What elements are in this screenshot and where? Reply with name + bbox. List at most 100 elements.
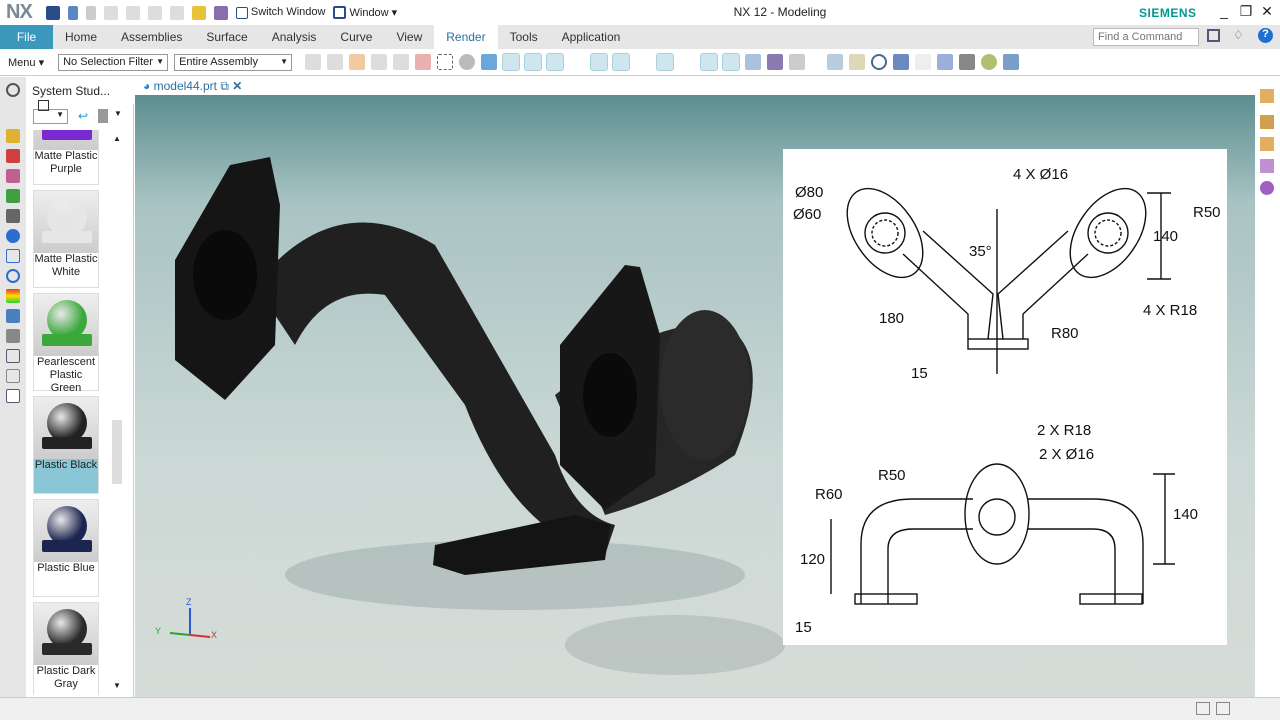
system-studio-icon[interactable]: [6, 389, 20, 403]
tab-view[interactable]: View: [384, 25, 434, 49]
render-style-icon[interactable]: [959, 54, 976, 70]
cut-icon[interactable]: [103, 5, 118, 20]
quadrant-point-icon[interactable]: [635, 54, 651, 70]
material-item[interactable]: Matte Plastic Purple: [33, 130, 99, 185]
snap-point-icon[interactable]: [502, 53, 521, 71]
paste-icon[interactable]: [147, 5, 162, 20]
material-item[interactable]: Pearlescent Plastic Green: [33, 293, 99, 394]
body-icon[interactable]: [459, 54, 476, 70]
lighting-icon[interactable]: [1003, 54, 1020, 70]
window-menu-button[interactable]: Window ▾: [333, 6, 397, 20]
point-on-curve-icon[interactable]: [679, 54, 695, 70]
more-dropdown[interactable]: ▼: [114, 109, 122, 118]
snap-icon[interactable]: [371, 54, 388, 70]
tab-analysis[interactable]: Analysis: [260, 25, 329, 49]
undo-icon[interactable]: [67, 5, 78, 20]
selection-filter-dropdown[interactable]: No Selection Filter: [58, 53, 169, 71]
orient-icon[interactable]: [915, 54, 932, 70]
web-browser-icon[interactable]: [6, 229, 20, 243]
system-scenes-icon[interactable]: [6, 349, 20, 363]
pan-icon[interactable]: [893, 54, 910, 70]
view-cube-icon[interactable]: [1260, 137, 1274, 151]
roles-icon[interactable]: [6, 329, 20, 343]
refresh-icon[interactable]: ↩: [78, 109, 88, 123]
tab-file[interactable]: File: [0, 25, 53, 49]
pin-icon[interactable]: [38, 100, 49, 112]
scroll-thumb[interactable]: [112, 420, 122, 484]
snap-icon[interactable]: [327, 54, 344, 70]
intersection-point-icon[interactable]: [590, 53, 609, 71]
bounded-grid-icon[interactable]: [767, 54, 784, 70]
view-layout-icon[interactable]: [937, 54, 954, 70]
tab-render[interactable]: Render: [434, 25, 498, 49]
reuse-library-icon[interactable]: [6, 189, 20, 203]
switch-window-button[interactable]: Switch Window: [235, 6, 325, 19]
empty-tab-icon[interactable]: [6, 369, 20, 383]
touch-mode-icon[interactable]: [191, 5, 206, 20]
copy-icon[interactable]: [125, 5, 140, 20]
tab-surface[interactable]: Surface: [194, 25, 259, 49]
list-view-icon[interactable]: [98, 109, 108, 123]
view-cube-icon[interactable]: [1260, 159, 1274, 173]
rotate-icon[interactable]: [871, 54, 888, 70]
tab-application[interactable]: Application: [550, 25, 633, 49]
status-icon[interactable]: [1196, 702, 1210, 715]
assembly-navigator-icon[interactable]: [6, 129, 20, 143]
mid-point-icon[interactable]: [546, 53, 565, 71]
close-button[interactable]: ✕: [1257, 3, 1277, 20]
help-icon[interactable]: ?: [1258, 28, 1273, 43]
clock-icon[interactable]: [6, 269, 20, 283]
rotate-view-icon[interactable]: [1260, 181, 1274, 195]
existing-point-icon[interactable]: [700, 53, 719, 71]
tab-curve[interactable]: Curve: [328, 25, 384, 49]
settings-icon[interactable]: [6, 83, 20, 97]
snap-icon[interactable]: [305, 54, 322, 70]
constraint-navigator-icon[interactable]: [6, 149, 20, 163]
manufacturing-wizard-icon[interactable]: [6, 309, 20, 323]
collapse-ribbon-icon[interactable]: ♢: [1233, 28, 1244, 42]
undock-icon[interactable]: ⧉: [220, 79, 229, 93]
repeat-command-icon[interactable]: [169, 5, 184, 20]
filter-icon[interactable]: [349, 54, 366, 70]
customize-icon[interactable]: [213, 5, 228, 20]
tab-tools[interactable]: Tools: [498, 25, 550, 49]
part-navigator-icon[interactable]: [6, 169, 20, 183]
select-icon[interactable]: [415, 54, 432, 70]
zoom-icon[interactable]: [849, 54, 866, 70]
fit-icon[interactable]: [827, 54, 844, 70]
ribbon-display-icon[interactable]: [1207, 29, 1220, 42]
restore-button[interactable]: ❐: [1236, 3, 1256, 20]
solid-icon[interactable]: [481, 54, 498, 70]
tab-home[interactable]: Home: [53, 25, 109, 49]
find-command-input[interactable]: [1093, 28, 1199, 46]
menu-button[interactable]: Menu ▾: [8, 56, 44, 69]
close-tab-icon[interactable]: ✕: [232, 79, 242, 93]
grid-icon[interactable]: [789, 54, 806, 70]
save-icon[interactable]: [45, 5, 60, 20]
hd3d-tools-icon[interactable]: [6, 209, 20, 223]
scrollbar[interactable]: ▲ ▼: [110, 134, 124, 690]
material-item[interactable]: Plastic Black: [33, 396, 99, 494]
material-item[interactable]: Plastic Blue: [33, 499, 99, 597]
document-tab[interactable]: ◕ model44.prt ⧉ ✕: [137, 77, 255, 95]
process-studio-icon[interactable]: [6, 289, 20, 303]
background-icon[interactable]: [981, 54, 998, 70]
snap-icon[interactable]: [393, 54, 410, 70]
status-icon[interactable]: [1216, 702, 1230, 715]
minimize-button[interactable]: _: [1214, 3, 1234, 19]
material-item[interactable]: Matte Plastic White: [33, 190, 99, 288]
circle-center-icon[interactable]: [656, 53, 675, 71]
material-item[interactable]: Plastic Dark Gray: [33, 602, 99, 695]
point-on-line-icon[interactable]: [722, 53, 741, 71]
point-on-face-icon[interactable]: [745, 54, 762, 70]
redo-icon[interactable]: [85, 5, 96, 20]
scope-dropdown[interactable]: Entire Assembly: [174, 53, 293, 71]
end-point-icon[interactable]: [524, 53, 543, 71]
view-cube-icon[interactable]: [1260, 115, 1274, 129]
arc-center-icon[interactable]: [612, 53, 631, 71]
history-icon[interactable]: [6, 249, 20, 263]
control-point-icon[interactable]: [569, 54, 585, 70]
view-cube-icon[interactable]: [1260, 89, 1274, 103]
rectangle-select-icon[interactable]: [437, 54, 454, 70]
tab-assemblies[interactable]: Assemblies: [109, 25, 194, 49]
